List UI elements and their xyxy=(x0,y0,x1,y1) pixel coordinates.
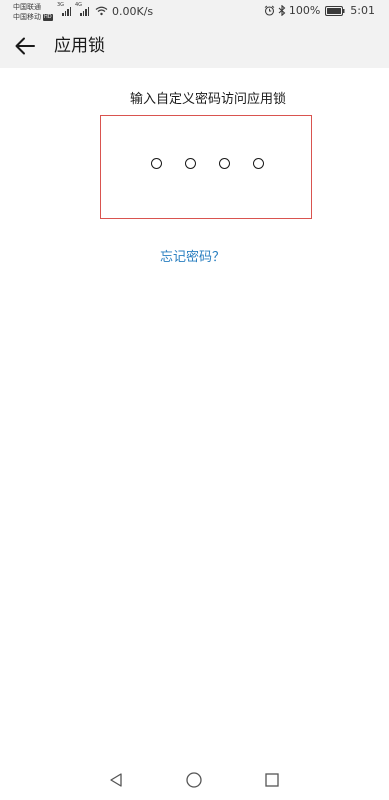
arrow-left-icon xyxy=(15,37,35,55)
page-title: 应用锁 xyxy=(54,36,105,56)
status-right-group: 100% 5:01 xyxy=(264,4,375,17)
square-recents-icon xyxy=(265,773,279,787)
nav-recents-button[interactable] xyxy=(262,770,282,790)
pin-dot xyxy=(252,158,264,169)
nav-back-button[interactable] xyxy=(106,770,126,790)
pin-dots xyxy=(101,158,311,169)
bluetooth-icon xyxy=(278,5,286,16)
circle-home-icon xyxy=(186,772,202,788)
carrier-2-label: 中国移动 xyxy=(13,13,41,21)
battery-percent: 100% xyxy=(288,4,321,17)
carrier-info: 中国联通 中国移动 HD xyxy=(13,2,53,22)
signal-indicators: 3G 4G xyxy=(57,2,108,16)
navigation-bar xyxy=(0,760,389,800)
sim2-signal-icon: 4G xyxy=(75,2,89,16)
pin-prompt: 输入自定义密码访问应用锁 xyxy=(129,92,286,107)
wifi-icon xyxy=(95,6,108,16)
hd-badge: HD xyxy=(43,13,53,21)
pin-entry-field[interactable] xyxy=(100,115,312,219)
pin-dot xyxy=(218,158,230,169)
pin-dot xyxy=(184,158,196,169)
status-bar: 中国联通 中国移动 HD 3G 4G 0.00K/s 100% 5:01 xyxy=(0,0,389,24)
network-speed: 0.00K/s xyxy=(112,5,154,18)
nav-home-button[interactable] xyxy=(184,770,204,790)
back-button[interactable] xyxy=(10,32,40,60)
clock-time: 5:01 xyxy=(350,4,375,17)
triangle-back-icon xyxy=(110,773,122,787)
app-bar: 应用锁 xyxy=(0,24,389,68)
forgot-password-link[interactable]: 忘记密码？ xyxy=(0,249,385,267)
alarm-icon xyxy=(264,5,275,16)
pin-dot xyxy=(150,158,162,169)
battery-icon xyxy=(325,5,345,16)
carrier-1-label: 中国联通 xyxy=(13,3,41,11)
sim1-signal-icon: 3G xyxy=(57,2,71,16)
